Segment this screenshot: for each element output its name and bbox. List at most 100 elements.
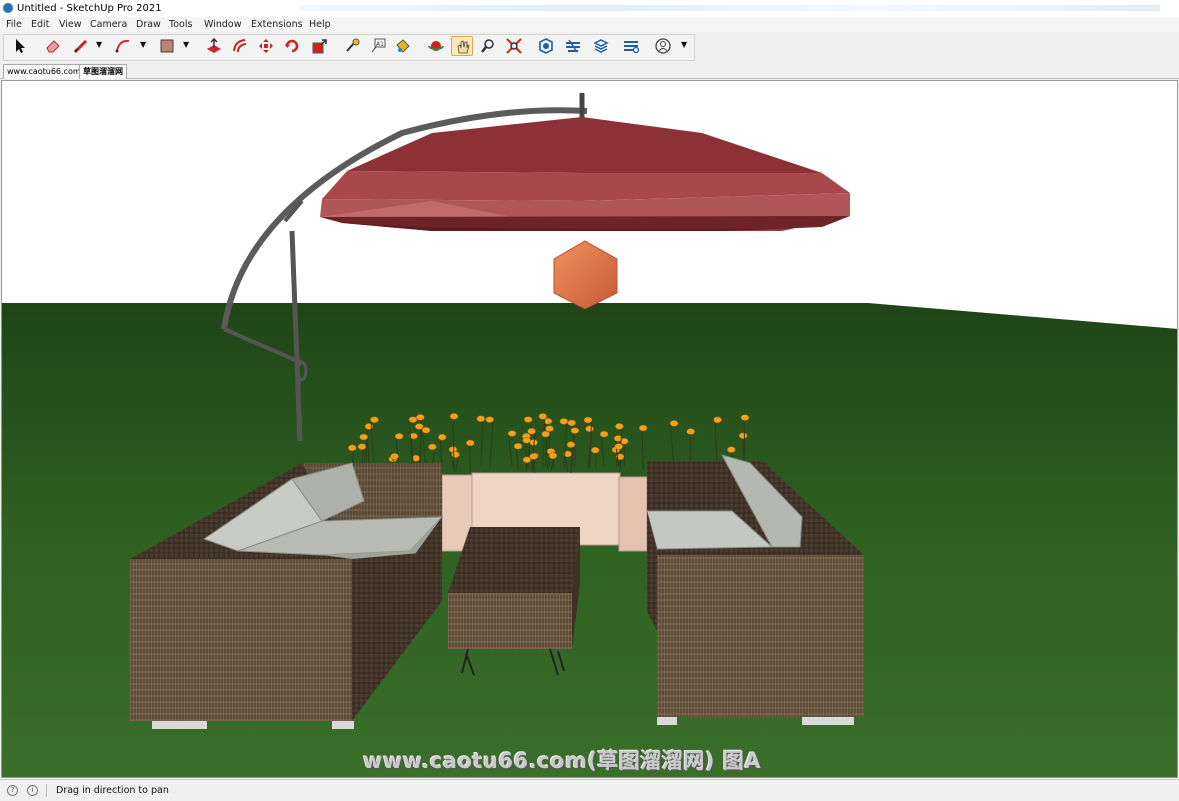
menu-bar: File Edit View Camera Draw Tools Window … (0, 17, 1179, 32)
main-toolbar: ▼ ▼ ▼ A1 (0, 32, 1179, 62)
flower (477, 416, 485, 422)
eraser-tool-button[interactable] (42, 36, 64, 56)
flower (600, 431, 608, 437)
flower (428, 444, 436, 450)
menu-tools[interactable]: Tools (169, 17, 192, 32)
scene-tabs: www.caotu66.com 草图溜溜网 (0, 62, 1179, 79)
scene-tab-2[interactable]: 草图溜溜网 (79, 64, 127, 79)
menu-help[interactable]: Help (309, 17, 331, 32)
zoom-extents-tool-button[interactable] (503, 36, 525, 56)
line-tool-button[interactable] (70, 36, 92, 56)
flower (639, 425, 647, 431)
eraser-tool-icon (45, 38, 61, 54)
flower (542, 431, 550, 437)
flower (409, 417, 417, 423)
push-pull-tool-button[interactable] (203, 36, 225, 56)
pan-tool-icon (455, 39, 471, 55)
flower (514, 443, 522, 449)
offset-tool-icon (232, 38, 248, 54)
extension-manager-button[interactable] (620, 36, 642, 56)
layout-button[interactable] (590, 36, 612, 56)
line-tool-dropdown-icon[interactable]: ▼ (96, 40, 102, 49)
orbit-tool-button[interactable] (425, 36, 447, 56)
flower (687, 428, 695, 434)
scale-tool-button[interactable] (309, 36, 331, 56)
flower (391, 453, 399, 459)
status-bar: ? i Drag in direction to pan (0, 779, 1179, 800)
layout-icon (593, 38, 609, 54)
scene-drawing (2, 81, 1178, 778)
shape-tool-dropdown-icon[interactable]: ▼ (183, 40, 189, 49)
menu-file[interactable]: File (6, 17, 22, 32)
info-icon[interactable]: i (27, 785, 38, 796)
flower (360, 434, 368, 440)
flower (568, 420, 576, 426)
3d-warehouse-button[interactable] (535, 36, 557, 56)
zoom-tool-icon (480, 38, 496, 54)
menu-extensions[interactable]: Extensions (251, 17, 303, 32)
shape-tool-icon (159, 38, 175, 54)
flower (358, 444, 366, 450)
flower (584, 417, 592, 423)
watermark-text: www.caotu66.com(草图溜溜网) 图A (363, 745, 761, 775)
flower (615, 443, 623, 449)
arc-tool-button[interactable] (112, 36, 134, 56)
menu-camera[interactable]: Camera (90, 17, 127, 32)
user-account-dropdown-icon[interactable]: ▼ (681, 40, 687, 49)
select-tool-button[interactable] (9, 36, 31, 56)
menu-edit[interactable]: Edit (31, 17, 49, 32)
geo-location-icon[interactable]: ? (7, 785, 18, 796)
paint-bucket-tool-icon (395, 38, 411, 54)
flower (370, 417, 378, 423)
pan-tool-button[interactable] (451, 36, 473, 56)
flower (739, 433, 747, 439)
hanging-lantern (554, 241, 617, 309)
text-tool-button[interactable]: A1 (367, 36, 389, 56)
status-message: Drag in direction to pan (56, 780, 169, 801)
flower (560, 418, 568, 424)
scale-tool-icon (312, 38, 328, 54)
rotate-tool-button[interactable] (281, 36, 303, 56)
flower (567, 442, 575, 448)
flower (416, 414, 424, 420)
3d-warehouse-icon (538, 38, 554, 54)
shape-tool-button[interactable] (156, 36, 178, 56)
zoom-extents-tool-icon (506, 38, 522, 54)
flower (571, 428, 579, 434)
zoom-tool-button[interactable] (477, 36, 499, 56)
flower (539, 413, 547, 419)
move-tool-button[interactable] (255, 36, 277, 56)
menu-view[interactable]: View (59, 17, 82, 32)
paint-bucket-tool-button[interactable] (392, 36, 414, 56)
push-pull-tool-icon (206, 38, 222, 54)
model-viewport[interactable]: www.caotu66.com(草图溜溜网) 图A (1, 80, 1178, 778)
title-bar: Untitled - SketchUp Pro 2021 (0, 0, 1179, 17)
sketchup-logo-icon (3, 3, 13, 13)
line-tool-icon (73, 38, 89, 54)
move-tool-icon (258, 38, 274, 54)
select-tool-icon (12, 38, 28, 54)
flower (348, 445, 356, 451)
flower (466, 440, 474, 446)
flower (452, 452, 460, 458)
flower (523, 437, 531, 443)
flower (727, 447, 735, 453)
tape-measure-tool-icon (344, 38, 360, 54)
rotate-tool-icon (284, 38, 300, 54)
arc-tool-icon (115, 38, 131, 54)
title-bar-background (300, 5, 1160, 11)
user-account-button[interactable] (652, 36, 678, 56)
extension-warehouse-icon (565, 38, 581, 54)
menu-window[interactable]: Window (204, 17, 241, 32)
offset-tool-button[interactable] (229, 36, 251, 56)
scene-tab-1[interactable]: www.caotu66.com (3, 64, 85, 79)
arc-tool-dropdown-icon[interactable]: ▼ (140, 40, 146, 49)
flower (438, 434, 446, 440)
tape-measure-tool-button[interactable] (341, 36, 363, 56)
menu-draw[interactable]: Draw (136, 17, 161, 32)
status-divider (46, 784, 47, 797)
extension-warehouse-button[interactable] (562, 36, 584, 56)
extension-manager-icon (623, 38, 639, 54)
text-tool-icon: A1 (370, 38, 386, 54)
flower (530, 454, 538, 460)
